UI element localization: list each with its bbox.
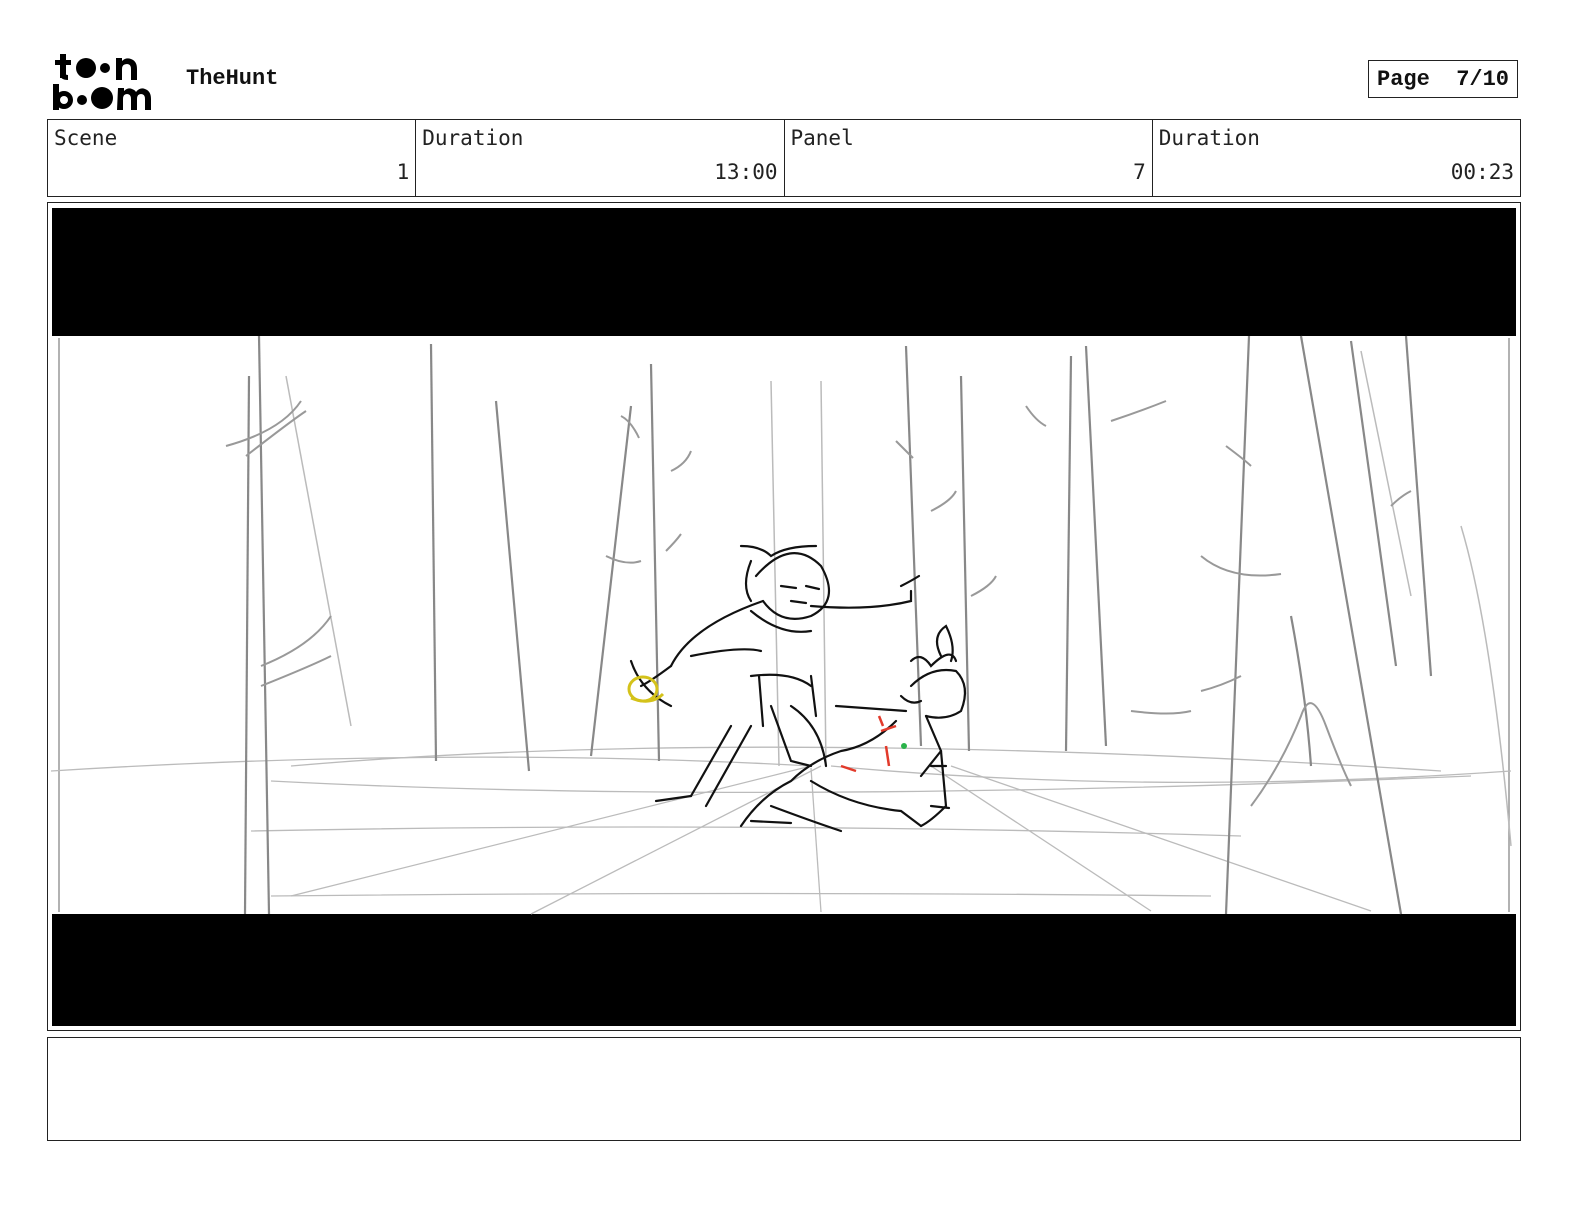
page-indicator: Page 7/10 [1368,60,1518,98]
scene-info-table: Scene 1 Duration 13:00 Panel 7 Duration … [47,119,1521,197]
panel-sketch-image [51,206,1517,1027]
storyboard-panel [47,202,1521,1031]
scene-duration-label: Duration [422,126,524,150]
scene-duration-value: 13:00 [714,160,778,184]
project-title: TheHunt [186,66,279,91]
panel-duration-cell: Duration 00:23 [1153,120,1520,196]
scene-label: Scene [54,126,118,150]
panel-value: 7 [1133,160,1146,184]
scene-value: 1 [396,160,410,184]
panel-cell: Panel 7 [785,120,1153,196]
panel-label: Panel [790,126,854,150]
panel-duration-value: 00:23 [1450,160,1514,184]
page-value: 7/10 [1456,66,1509,92]
green-accent [901,743,907,749]
scene-duration-cell: Duration 13:00 [416,120,785,196]
panel-notes-box [47,1037,1521,1141]
panel-duration-label: Duration [1158,126,1260,150]
page-label: Page [1377,66,1430,92]
letterbox-bottom [52,914,1516,1026]
scene-cell: Scene 1 [48,120,417,196]
toon-boom-logo [53,54,151,110]
letterbox-top [52,208,1516,336]
